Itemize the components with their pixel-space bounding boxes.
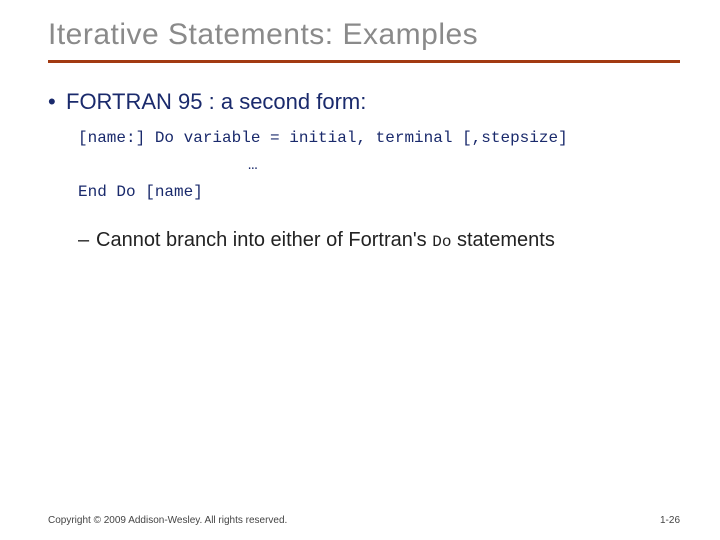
- code-line-3: End Do [name]: [78, 179, 680, 206]
- code-block: [name:] Do variable = initial, terminal …: [78, 125, 680, 207]
- bullet-level2: Cannot branch into either of Fortran's D…: [78, 229, 680, 252]
- bullet2-code: Do: [432, 233, 451, 251]
- bullet2-text-post: statements: [451, 229, 554, 251]
- copyright-text: Copyright © 2009 Addison-Wesley. All rig…: [48, 515, 287, 526]
- slide-title: Iterative Statements: Examples: [48, 18, 680, 52]
- footer: Copyright © 2009 Addison-Wesley. All rig…: [48, 515, 680, 526]
- code-line-2: …: [78, 152, 680, 179]
- slide: Iterative Statements: Examples FORTRAN 9…: [0, 0, 720, 540]
- code-line-1: [name:] Do variable = initial, terminal …: [78, 125, 680, 152]
- title-underline: [48, 60, 680, 63]
- page-number: 1-26: [660, 515, 680, 526]
- bullet2-text-pre: Cannot branch into either of Fortran's: [96, 229, 432, 251]
- bullet-level1: FORTRAN 95 : a second form:: [48, 89, 680, 115]
